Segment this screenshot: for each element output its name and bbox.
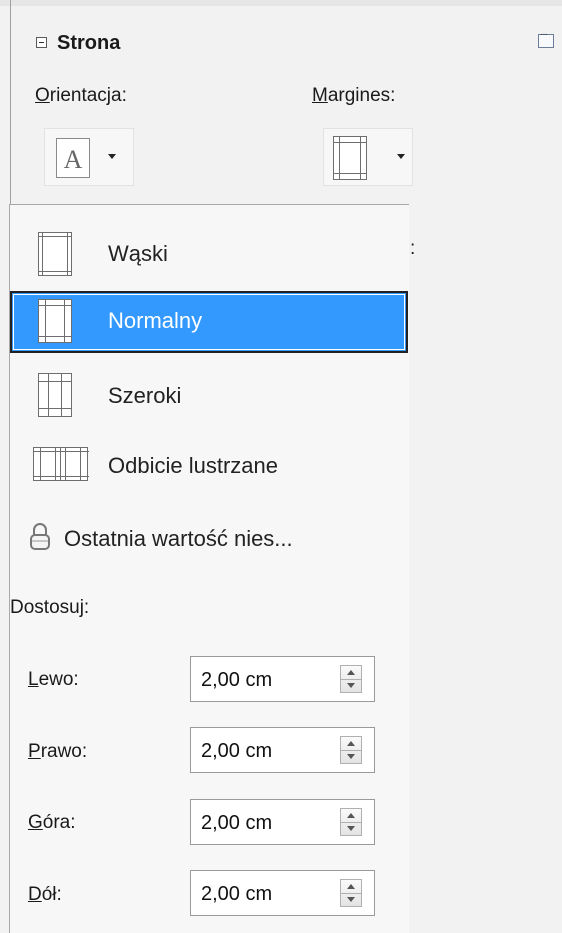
menu-item-label: Ostatnia wartość nies... (64, 526, 293, 551)
right-margin-label: Prawo: (28, 741, 88, 762)
menu-item-label: Wąski (108, 241, 168, 266)
menu-item-normal[interactable]: Normalny (10, 291, 408, 353)
left-margin-spinbox[interactable]: 2,00 cm (190, 656, 375, 702)
svg-text:A: A (64, 145, 83, 174)
menu-item-label: Odbicie lustrzane (108, 453, 278, 478)
hidden-label-fragment: : (410, 238, 416, 259)
mirrored-margin-pages-icon (33, 447, 89, 481)
menu-item-last-custom[interactable]: Ostatnia wartość nies... (10, 508, 408, 570)
panel-top-edge (0, 0, 562, 6)
top-margin-label: Góra: (28, 812, 76, 833)
chevron-down-icon (397, 154, 405, 159)
menu-item-narrow[interactable]: Wąski (10, 223, 408, 285)
margins-dropdown-button[interactable] (323, 128, 413, 186)
page-orientation-icon: A (56, 138, 90, 178)
orientation-label: Orientacja: (35, 85, 127, 106)
bottom-margin-value[interactable]: 2,00 cm (201, 883, 272, 906)
menu-item-label: Normalny (108, 308, 203, 333)
menu-item-label: Szeroki (108, 383, 182, 408)
more-options-button[interactable] (538, 29, 554, 48)
spin-arrows-icon[interactable] (340, 665, 362, 693)
normal-margin-page-icon (38, 299, 72, 343)
wide-margin-page-icon (38, 373, 72, 417)
page-margins-icon (333, 136, 367, 180)
left-margin-value[interactable]: 2,00 cm (201, 669, 272, 692)
bottom-margin-label: Dół: (28, 884, 62, 905)
spin-arrows-icon[interactable] (340, 736, 362, 764)
lock-icon (30, 523, 50, 550)
right-margin-spinbox[interactable]: 2,00 cm (190, 727, 375, 773)
margins-dropdown-menu: Wąski Normalny Szeroki Odbicie lustrzane (9, 204, 409, 933)
right-margin-value[interactable]: 2,00 cm (201, 740, 272, 763)
margins-label: Margines: (312, 85, 396, 106)
bottom-margin-spinbox[interactable]: 2,00 cm (190, 870, 375, 916)
collapse-section-icon[interactable] (36, 37, 47, 48)
narrow-margin-page-icon (38, 232, 72, 276)
menu-item-mirrored[interactable]: Odbicie lustrzane (10, 437, 408, 499)
custom-heading: Dostosuj: (10, 597, 90, 618)
orientation-dropdown-button[interactable]: A (44, 128, 134, 186)
spin-arrows-icon[interactable] (340, 808, 362, 836)
top-margin-spinbox[interactable]: 2,00 cm (190, 799, 375, 845)
panel-left-border (10, 0, 11, 210)
spin-arrows-icon[interactable] (340, 879, 362, 907)
section-title: Strona (57, 32, 121, 54)
left-margin-label: Lewo: (28, 669, 79, 690)
top-margin-value[interactable]: 2,00 cm (201, 812, 272, 835)
menu-item-wide[interactable]: Szeroki (10, 365, 408, 427)
chevron-down-icon (108, 154, 116, 159)
